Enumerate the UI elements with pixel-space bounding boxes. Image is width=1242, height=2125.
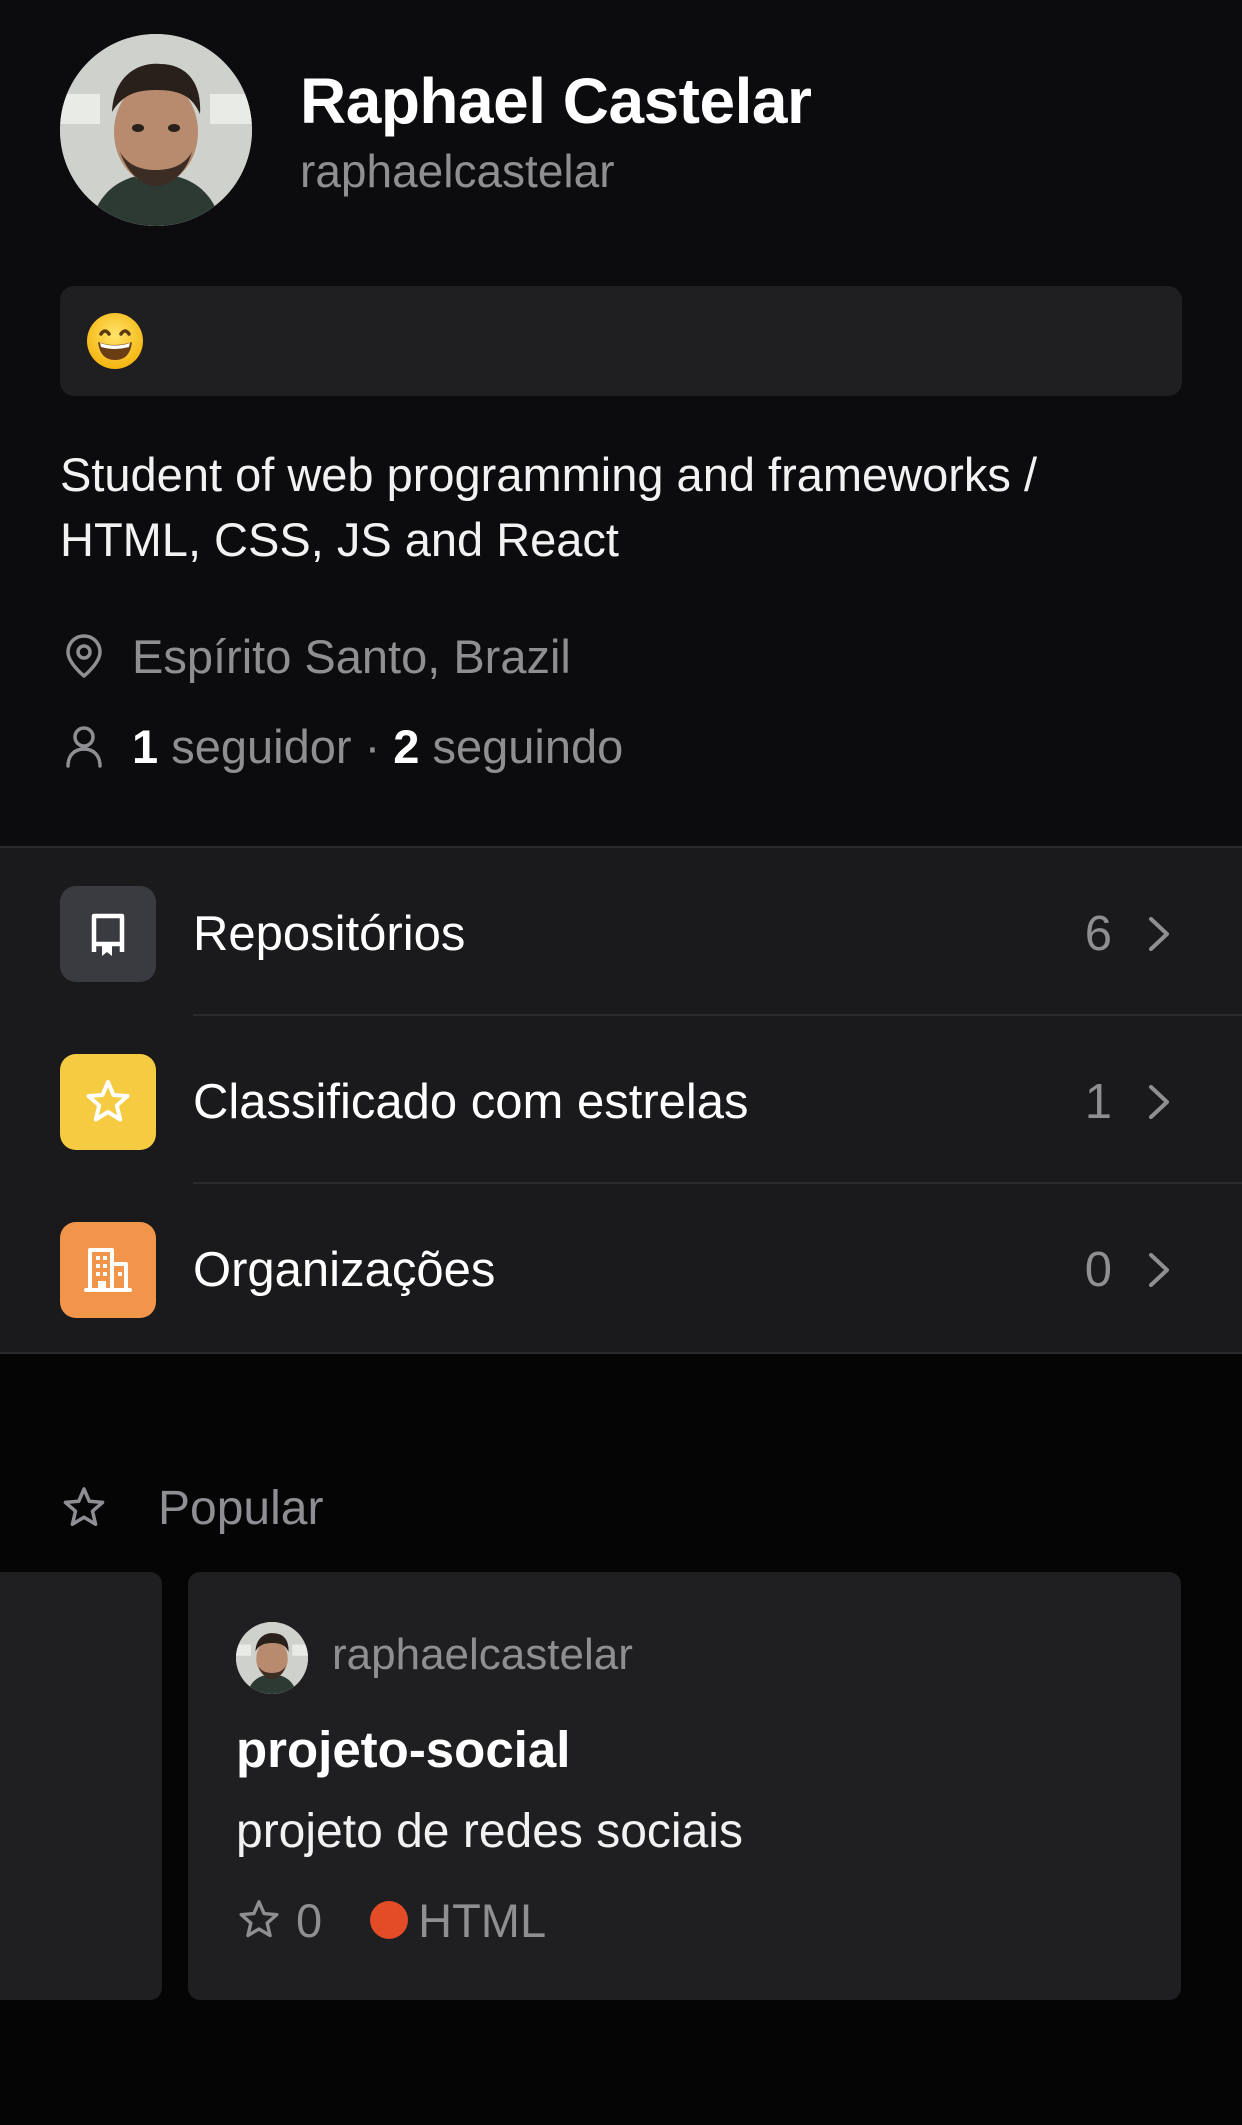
profile-menu: Repositórios 6 Classificado com estrelas… [0, 846, 1242, 1354]
repo-card-previous[interactable] [0, 1572, 162, 2000]
following-label[interactable]: seguindo [432, 720, 623, 773]
avatar-image [60, 34, 252, 226]
following-count[interactable]: 2 [393, 720, 419, 773]
follow-text: 1 seguidor · 2 seguindo [132, 719, 623, 774]
profile-avatar[interactable] [60, 34, 252, 226]
grinning-face-icon [86, 312, 144, 370]
profile-screen: Raphael Castelar raphaelcastelar Student… [0, 0, 1242, 2125]
location-text: Espírito Santo, Brazil [132, 629, 571, 683]
owner-avatar [236, 1622, 308, 1694]
language-color-dot [370, 1901, 409, 1939]
repo-owner: raphaelcastelar [332, 1630, 633, 1679]
followers-count[interactable]: 1 [132, 720, 158, 773]
organization-icon [60, 1222, 156, 1318]
followers-label[interactable]: seguidor [171, 720, 351, 773]
status-box[interactable] [60, 286, 1182, 396]
person-icon [60, 722, 108, 770]
repo-star-count: 0 [296, 1893, 323, 1947]
profile-header: Raphael Castelar raphaelcastelar Student… [0, 0, 1242, 846]
repo-stats: 0 HTML [236, 1890, 546, 1950]
popular-header: Popular [60, 1478, 323, 1538]
location-row: Espírito Santo, Brazil [60, 626, 571, 686]
profile-bio: Student of web programming and framework… [60, 448, 1038, 566]
menu-count: 1 [1084, 1075, 1112, 1129]
menu-label: Repositórios [193, 907, 466, 961]
popular-title: Popular [158, 1481, 324, 1535]
chevron-right-icon [1146, 1082, 1172, 1122]
chevron-right-icon [1146, 914, 1172, 954]
menu-item-starred[interactable]: Classificado com estrelas 1 [0, 1016, 1242, 1184]
follow-separator: · [364, 719, 381, 773]
repo-description: projeto de redes sociais [236, 1805, 743, 1858]
menu-label: Classificado com estrelas [193, 1075, 749, 1129]
menu-item-repositories[interactable]: Repositórios 6 [0, 848, 1242, 1016]
location-pin-icon [60, 632, 108, 680]
menu-item-organizations[interactable]: Organizações 0 [0, 1184, 1242, 1352]
profile-name: Raphael Castelar [300, 65, 812, 137]
star-icon [236, 1897, 282, 1943]
chevron-right-icon [1146, 1250, 1172, 1290]
menu-label: Organizações [193, 1243, 496, 1297]
menu-count: 6 [1084, 907, 1112, 961]
repo-language: HTML [418, 1893, 547, 1947]
repo-icon [60, 886, 156, 982]
profile-login: raphaelcastelar [300, 145, 615, 197]
star-icon [60, 1484, 108, 1532]
star-icon [60, 1054, 156, 1150]
repo-card[interactable]: raphaelcastelar projeto-social projeto d… [188, 1572, 1181, 2000]
menu-count: 0 [1084, 1243, 1112, 1297]
repo-name: projeto-social [236, 1721, 571, 1778]
follow-row[interactable]: 1 seguidor · 2 seguindo [60, 716, 623, 776]
